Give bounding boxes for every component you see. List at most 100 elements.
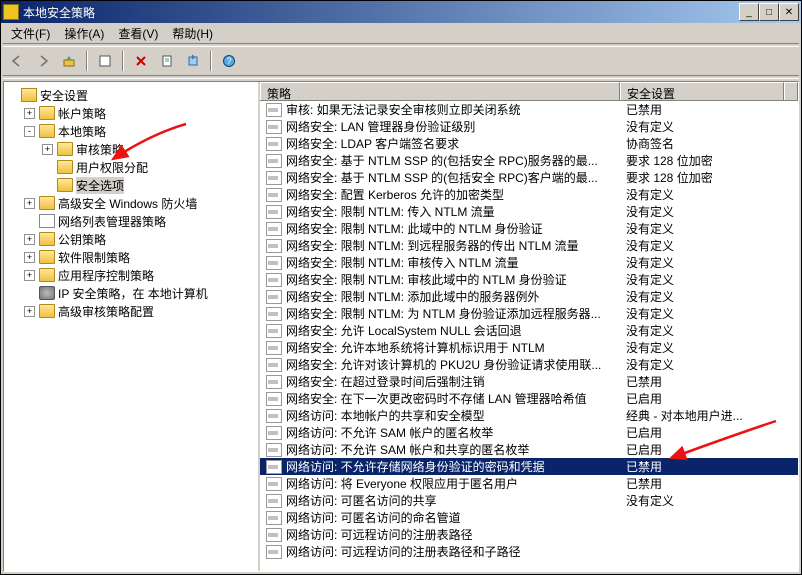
maximize-button[interactable]: □ <box>759 3 779 21</box>
tree-label: 审核策略 <box>76 141 124 158</box>
menu-file[interactable]: 文件(F) <box>5 23 56 44</box>
policy-name: 网络访问: 将 Everyone 权限应用于匿名用户 <box>286 475 518 492</box>
tree-panel[interactable]: 安全设置+帐户策略-本地策略 + 审核策略用户权限分配安全选项+高级安全 Windo… <box>4 82 260 571</box>
tree-label: 高级审核策略配置 <box>58 303 154 320</box>
action-button[interactable] <box>93 49 117 73</box>
policy-row[interactable]: 网络安全: 基于 NTLM SSP 的(包括安全 RPC)服务器的最...要求 … <box>260 152 798 169</box>
tree-expander[interactable]: - <box>24 126 35 137</box>
close-button[interactable]: ✕ <box>779 3 799 21</box>
policy-row[interactable]: 网络安全: 在超过登录时间后强制注销已禁用 <box>260 373 798 390</box>
policy-name: 网络安全: LDAP 客户端签名要求 <box>286 135 459 152</box>
policy-row[interactable]: 网络安全: 限制 NTLM: 审核传入 NTLM 流量没有定义 <box>260 254 798 271</box>
policy-row[interactable]: 网络安全: 限制 NTLM: 审核此域中的 NTLM 身份验证没有定义 <box>260 271 798 288</box>
tree-node[interactable]: +帐户策略 <box>24 104 256 122</box>
tree-node[interactable]: +软件限制策略 <box>24 248 256 266</box>
tree-node[interactable]: 网络列表管理器策略 <box>24 212 256 230</box>
policy-row[interactable]: 网络安全: LAN 管理器身份验证级别没有定义 <box>260 118 798 135</box>
policy-row[interactable]: 网络访问: 可远程访问的注册表路径 <box>260 526 798 543</box>
column-policy[interactable]: 策略 <box>260 82 620 100</box>
policy-row[interactable]: 网络访问: 不允许存储网络身份验证的密码和凭据已禁用 <box>260 458 798 475</box>
folder-icon <box>39 304 55 318</box>
policy-name: 网络访问: 可匿名访问的命名管道 <box>286 509 461 526</box>
policy-row[interactable]: 网络安全: LDAP 客户端签名要求协商签名 <box>260 135 798 152</box>
policy-name: 网络安全: 在超过登录时间后强制注销 <box>286 373 485 390</box>
tree-node[interactable]: +高级安全 Windows 防火墙 <box>24 194 256 212</box>
tree-expander[interactable]: + <box>24 252 35 263</box>
policy-name: 网络安全: 限制 NTLM: 为 NTLM 身份验证添加远程服务器... <box>286 305 601 322</box>
tree-node[interactable]: +公钥策略 <box>24 230 256 248</box>
menu-action[interactable]: 操作(A) <box>58 23 110 44</box>
policy-setting: 没有定义 <box>620 254 798 271</box>
folder-icon <box>39 196 55 210</box>
menu-view[interactable]: 查看(V) <box>112 23 164 44</box>
tree-node[interactable]: + 高级审核策略配置 <box>24 302 256 320</box>
tree-expander[interactable]: + <box>24 270 35 281</box>
tree-node[interactable]: IP 安全策略，在 本地计算机 <box>24 284 256 302</box>
policy-row[interactable]: 网络安全: 允许本地系统将计算机标识用于 NTLM没有定义 <box>260 339 798 356</box>
policy-name: 网络安全: 配置 Kerberos 允许的加密类型 <box>286 186 504 203</box>
policy-setting: 要求 128 位加密 <box>620 169 798 186</box>
tree-expander[interactable]: + <box>24 198 35 209</box>
policy-row[interactable]: 网络安全: 基于 NTLM SSP 的(包括安全 RPC)客户端的最... 要求 … <box>260 169 798 186</box>
policy-icon <box>266 460 282 474</box>
back-button[interactable] <box>5 49 29 73</box>
policy-icon <box>266 120 282 134</box>
list-header: 策略 安全设置 <box>260 82 798 101</box>
policy-setting: 没有定义 <box>620 288 798 305</box>
tree-expander[interactable]: + <box>24 234 35 245</box>
policy-row[interactable]: 网络访问: 不允许 SAM 帐户和共享的匿名枚举已启用 <box>260 441 798 458</box>
gear-icon <box>39 286 55 300</box>
tree-expander <box>42 180 53 191</box>
tree-expander[interactable]: + <box>24 108 35 119</box>
policy-row[interactable]: 网络安全: 限制 NTLM: 到远程服务器的传出 NTLM 流量没有定义 <box>260 237 798 254</box>
policy-setting: 经典 - 对本地用户进... <box>620 407 798 424</box>
forward-button[interactable] <box>31 49 55 73</box>
policy-row[interactable]: 网络安全: 限制 NTLM: 传入 NTLM 流量没有定义 <box>260 203 798 220</box>
tree-node[interactable]: 用户权限分配 <box>42 158 256 176</box>
policy-name: 网络安全: 基于 NTLM SSP 的(包括安全 RPC)客户端的最... <box>286 169 598 186</box>
policy-icon <box>266 341 282 355</box>
menu-help[interactable]: 帮助(H) <box>166 23 219 44</box>
policy-row[interactable]: 网络安全: 限制 NTLM: 此域中的 NTLM 身份验证没有定义 <box>260 220 798 237</box>
policy-row[interactable]: 网络访问: 本地帐户的共享和安全模型经典 - 对本地用户进... <box>260 407 798 424</box>
up-button[interactable] <box>57 49 81 73</box>
tree-node[interactable]: -本地策略 <box>24 122 256 140</box>
policy-row[interactable]: 网络访问: 不允许 SAM 帐户的匿名枚举已启用 <box>260 424 798 441</box>
policy-row[interactable]: 网络安全: 限制 NTLM: 添加此域中的服务器例外 没有定义 <box>260 288 798 305</box>
policy-name: 网络访问: 不允许 SAM 帐户和共享的匿名枚举 <box>286 441 529 458</box>
help-button[interactable]: ? <box>217 49 241 73</box>
policy-setting: 已启用 <box>620 390 798 407</box>
tree-expander[interactable]: + <box>24 306 35 317</box>
tree-expander <box>6 90 17 101</box>
delete-button[interactable] <box>129 49 153 73</box>
policy-setting: 没有定义 <box>620 305 798 322</box>
policy-row[interactable]: 网络安全: 允许对该计算机的 PKU2U 身份验证请求使用联...没有定义 <box>260 356 798 373</box>
policy-row[interactable]: 审核: 如果无法记录安全审核则立即关闭系统已禁用 <box>260 101 798 118</box>
tree-expander <box>24 288 35 299</box>
tree-node[interactable]: + 审核策略 <box>42 140 256 158</box>
policy-row[interactable]: 网络访问: 可匿名访问的共享没有定义 <box>260 492 798 509</box>
column-setting[interactable]: 安全设置 <box>620 82 784 100</box>
folder-icon <box>39 232 55 246</box>
properties-button[interactable] <box>155 49 179 73</box>
policy-row[interactable]: 网络安全: 配置 Kerberos 允许的加密类型没有定义 <box>260 186 798 203</box>
policy-name: 网络安全: 在下一次更改密码时不存储 LAN 管理器哈希值 <box>286 390 587 407</box>
tree-node[interactable]: +应用程序控制策略 <box>24 266 256 284</box>
policy-row[interactable]: 网络访问: 可远程访问的注册表路径和子路径 <box>260 543 798 560</box>
minimize-button[interactable]: _ <box>739 3 759 21</box>
svg-text:?: ? <box>226 56 231 66</box>
policy-row[interactable]: 网络访问: 将 Everyone 权限应用于匿名用户已禁用 <box>260 475 798 492</box>
policy-row[interactable]: 网络安全: 在下一次更改密码时不存储 LAN 管理器哈希值 已启用 <box>260 390 798 407</box>
policy-row[interactable]: 网络安全: 允许 LocalSystem NULL 会话回退没有定义 <box>260 322 798 339</box>
list-body[interactable]: 审核: 如果无法记录安全审核则立即关闭系统已禁用网络安全: LAN 管理器身份验… <box>260 101 798 571</box>
policy-name: 网络安全: 允许对该计算机的 PKU2U 身份验证请求使用联... <box>286 356 601 373</box>
policy-row[interactable]: 网络访问: 可匿名访问的命名管道 <box>260 509 798 526</box>
policy-row[interactable]: 网络安全: 限制 NTLM: 为 NTLM 身份验证添加远程服务器... 没有定义 <box>260 305 798 322</box>
tree-node[interactable]: 安全选项 <box>42 176 256 194</box>
tree-root-node[interactable]: 安全设置 <box>6 86 256 104</box>
tree-expander[interactable]: + <box>42 144 53 155</box>
export-button[interactable] <box>181 49 205 73</box>
policy-name: 网络安全: 限制 NTLM: 添加此域中的服务器例外 <box>286 288 539 305</box>
policy-icon <box>266 307 282 321</box>
window-title: 本地安全策略 <box>23 4 739 21</box>
